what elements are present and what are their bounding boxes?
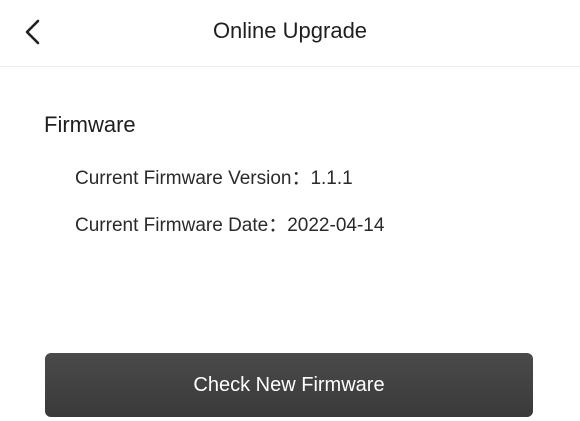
firmware-date-row: Current Firmware Date：2022-04-14 — [75, 210, 384, 237]
firmware-section-title: Firmware — [44, 112, 136, 137]
firmware-version-row: Current Firmware Version：1.1.1 — [75, 163, 353, 190]
firmware-version-label: Current Firmware Version： — [75, 168, 311, 189]
page-title: Online Upgrade — [212, 18, 368, 43]
firmware-date-value: 2022-04-14 — [287, 215, 385, 236]
firmware-date-label: Current Firmware Date： — [75, 215, 288, 236]
firmware-version-value: 1.1.1 — [310, 168, 353, 189]
top-bar: Online Upgrade — [0, 0, 580, 67]
check-new-firmware-button[interactable]: Check New Firmware — [45, 353, 533, 417]
